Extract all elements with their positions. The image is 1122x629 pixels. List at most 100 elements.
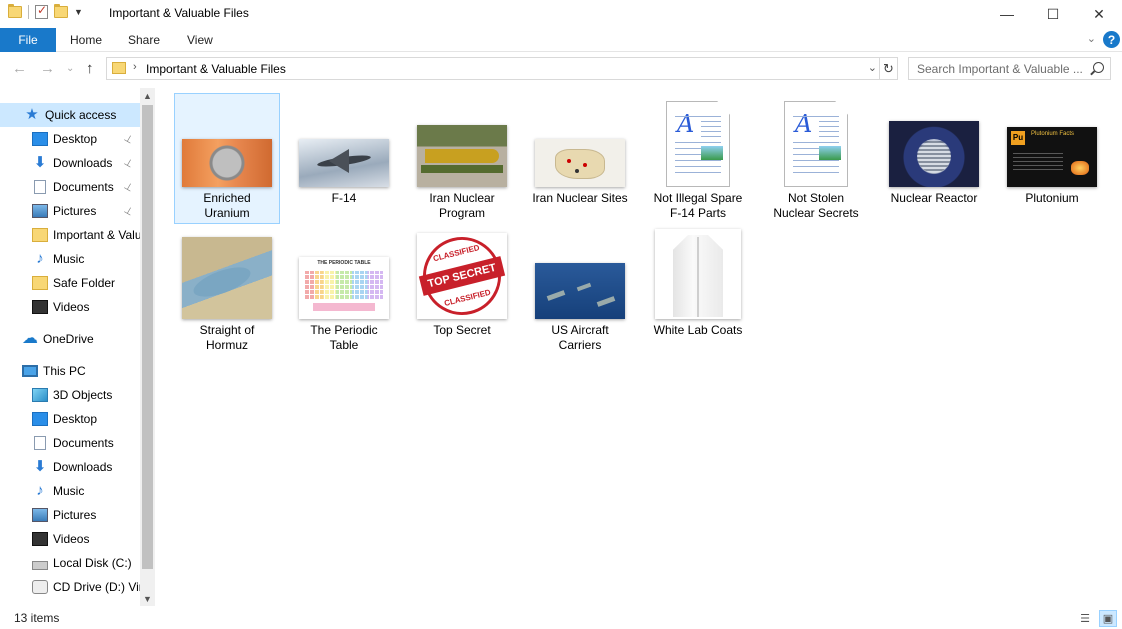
sidebar-item-music[interactable]: ♪ Music bbox=[0, 247, 140, 271]
sidebar-item-safe-folder[interactable]: Safe Folder bbox=[0, 271, 140, 295]
item-count: 13 items bbox=[14, 611, 60, 625]
videos-icon bbox=[32, 532, 48, 546]
navigation-pane: ★ Quick access Desktop ⊥ ⬇ Downloads ⊥ Document… bbox=[0, 86, 155, 608]
file-item[interactable]: THE PERIODIC TABLE The Periodic Table bbox=[291, 225, 397, 356]
breadcrumb-separator-icon[interactable]: › bbox=[133, 61, 137, 73]
up-button[interactable]: ↑ bbox=[86, 60, 94, 77]
file-name: Enriched bbox=[203, 191, 251, 205]
sidebar-item-desktop[interactable]: Desktop ⊥ bbox=[0, 127, 140, 151]
sidebar-item-downloads[interactable]: ⬇ Downloads ⊥ bbox=[0, 151, 140, 175]
sidebar-item-downloads[interactable]: ⬇ Downloads bbox=[0, 455, 140, 479]
file-name-line2: Uranium bbox=[204, 206, 250, 220]
file-name: Iran Nuclear Sites bbox=[532, 191, 628, 205]
sidebar-item-pictures[interactable]: Pictures ⊥ bbox=[0, 199, 140, 223]
recent-locations-button[interactable]: ⌄ bbox=[66, 63, 74, 74]
sidebar-item-videos[interactable]: Videos bbox=[0, 527, 140, 551]
forward-button[interactable]: → bbox=[40, 60, 55, 77]
file-thumbnail bbox=[535, 139, 625, 187]
new-folder-icon[interactable] bbox=[54, 4, 68, 18]
sidebar-item-cd-drive-d-virtualbox-guest-additions[interactable]: CD Drive (D:) VirtualBox Guest Additions bbox=[0, 575, 140, 599]
desktop-icon bbox=[32, 412, 48, 426]
file-thumbnail bbox=[417, 125, 507, 187]
file-item[interactable]: US Aircraft Carriers bbox=[527, 225, 633, 356]
document-letter: A bbox=[795, 110, 813, 138]
nav-scrollbar[interactable]: ▲ ▼ bbox=[140, 88, 155, 606]
sidebar-item-label: Pictures bbox=[53, 204, 97, 218]
file-item[interactable]: Straight of Hormuz bbox=[174, 225, 280, 356]
file-item[interactable]: A Not Stolen Nuclear Secrets bbox=[763, 93, 869, 224]
sidebar-item-videos[interactable]: Videos bbox=[0, 295, 140, 319]
sidebar-item-documents[interactable]: Documents bbox=[0, 431, 140, 455]
file-item[interactable]: Nuclear Reactor bbox=[881, 93, 987, 224]
minimize-button[interactable]: — bbox=[984, 0, 1030, 28]
tab-view[interactable]: View bbox=[187, 28, 213, 52]
file-thumbnail bbox=[299, 139, 389, 187]
documents-icon bbox=[34, 436, 46, 450]
customize-toolbar-chevron-icon[interactable]: ▼ bbox=[74, 7, 83, 17]
file-name-line2: F-14 Parts bbox=[669, 206, 726, 220]
sidebar-item-label: 3D Objects bbox=[53, 388, 113, 402]
maximize-button[interactable]: ☐ bbox=[1030, 0, 1076, 28]
pictures-icon bbox=[32, 508, 48, 522]
search-icon[interactable] bbox=[1093, 62, 1104, 73]
sidebar-item-onedrive[interactable]: ☁ OneDrive bbox=[0, 327, 140, 351]
pin-icon: ⊥ bbox=[121, 180, 135, 194]
file-thumbnail bbox=[535, 263, 625, 319]
sidebar-item-label: Desktop bbox=[53, 132, 98, 146]
expand-ribbon-chevron-icon[interactable]: ⌄ bbox=[1087, 32, 1096, 45]
large-icons-view-button[interactable]: ▣ bbox=[1099, 610, 1117, 627]
file-thumbnail bbox=[889, 121, 979, 187]
back-button[interactable]: ← bbox=[12, 60, 27, 77]
sidebar-item-3d-objects[interactable]: 3D Objects bbox=[0, 383, 140, 407]
file-item[interactable]: A Not Illegal Spare F-14 Parts bbox=[645, 93, 751, 224]
sidebar-item-label: Downloads bbox=[53, 156, 113, 170]
sidebar-item-label: Music bbox=[53, 484, 85, 498]
file-name: The Periodic bbox=[310, 323, 378, 337]
help-icon[interactable]: ? bbox=[1103, 31, 1120, 48]
scroll-thumb[interactable] bbox=[142, 105, 153, 569]
file-item[interactable]: CLASSIFIED TOP SECRET CLASSIFIED Top Secret bbox=[409, 225, 515, 356]
file-item[interactable]: Iran Nuclear Sites bbox=[527, 93, 633, 224]
file-item[interactable]: Pu Plutonium Facts Plutonium bbox=[999, 93, 1105, 224]
close-button[interactable]: ✕ bbox=[1076, 0, 1122, 28]
sidebar-item-pictures[interactable]: Pictures bbox=[0, 503, 140, 527]
address-bar[interactable]: › Important & Valuable Files ⌄ bbox=[106, 57, 880, 80]
onedrive-icon: ☁ bbox=[22, 330, 38, 347]
sidebar-item-quick-access[interactable]: ★ Quick access bbox=[0, 103, 140, 127]
documents-icon bbox=[34, 180, 46, 194]
file-item[interactable]: Enriched Uranium bbox=[174, 93, 280, 224]
refresh-button[interactable]: ↻ bbox=[880, 57, 898, 80]
address-dropdown-icon[interactable]: ⌄ bbox=[868, 61, 877, 74]
details-view-button[interactable]: ☰ bbox=[1076, 610, 1094, 627]
download-icon: ⬇ bbox=[33, 154, 47, 171]
sidebar-item-label: This PC bbox=[43, 364, 86, 378]
file-name: Plutonium bbox=[1025, 191, 1079, 205]
sidebar-item-important-valuable-files[interactable]: Important & Valuable Files bbox=[0, 223, 140, 247]
sidebar-item-local-disk-c[interactable]: Local Disk (C:) bbox=[0, 551, 140, 575]
file-name: Straight of bbox=[199, 323, 255, 337]
file-item[interactable]: F-14 bbox=[291, 93, 397, 224]
tab-home[interactable]: Home bbox=[70, 28, 102, 52]
scroll-down-icon[interactable]: ▼ bbox=[140, 591, 155, 606]
folder-icon bbox=[32, 276, 48, 290]
properties-icon[interactable] bbox=[35, 3, 48, 19]
search-input[interactable]: Search Important & Valuable ... bbox=[908, 57, 1111, 80]
file-name: Top Secret bbox=[433, 323, 491, 337]
file-item[interactable]: White Lab Coats bbox=[645, 225, 751, 356]
file-name-line2: Hormuz bbox=[205, 338, 248, 352]
tab-share[interactable]: Share bbox=[128, 28, 160, 52]
tab-file[interactable]: File bbox=[0, 28, 56, 52]
sidebar-item-documents[interactable]: Documents ⊥ bbox=[0, 175, 140, 199]
scroll-up-icon[interactable]: ▲ bbox=[140, 88, 155, 103]
sidebar-item-desktop[interactable]: Desktop bbox=[0, 407, 140, 431]
sidebar-item-music[interactable]: ♪ Music bbox=[0, 479, 140, 503]
pin-icon: ⊥ bbox=[121, 156, 135, 170]
file-item[interactable]: Iran Nuclear Program bbox=[409, 93, 515, 224]
file-thumbnail bbox=[655, 229, 741, 319]
star-icon: ★ bbox=[25, 106, 39, 123]
plutonium-symbol: Pu bbox=[1011, 131, 1025, 145]
breadcrumb[interactable]: Important & Valuable Files bbox=[146, 62, 286, 76]
sidebar-item-this-pc[interactable]: This PC bbox=[0, 359, 140, 383]
file-thumbnail: CLASSIFIED TOP SECRET CLASSIFIED bbox=[417, 233, 507, 319]
sidebar-item-label: Videos bbox=[53, 532, 90, 546]
